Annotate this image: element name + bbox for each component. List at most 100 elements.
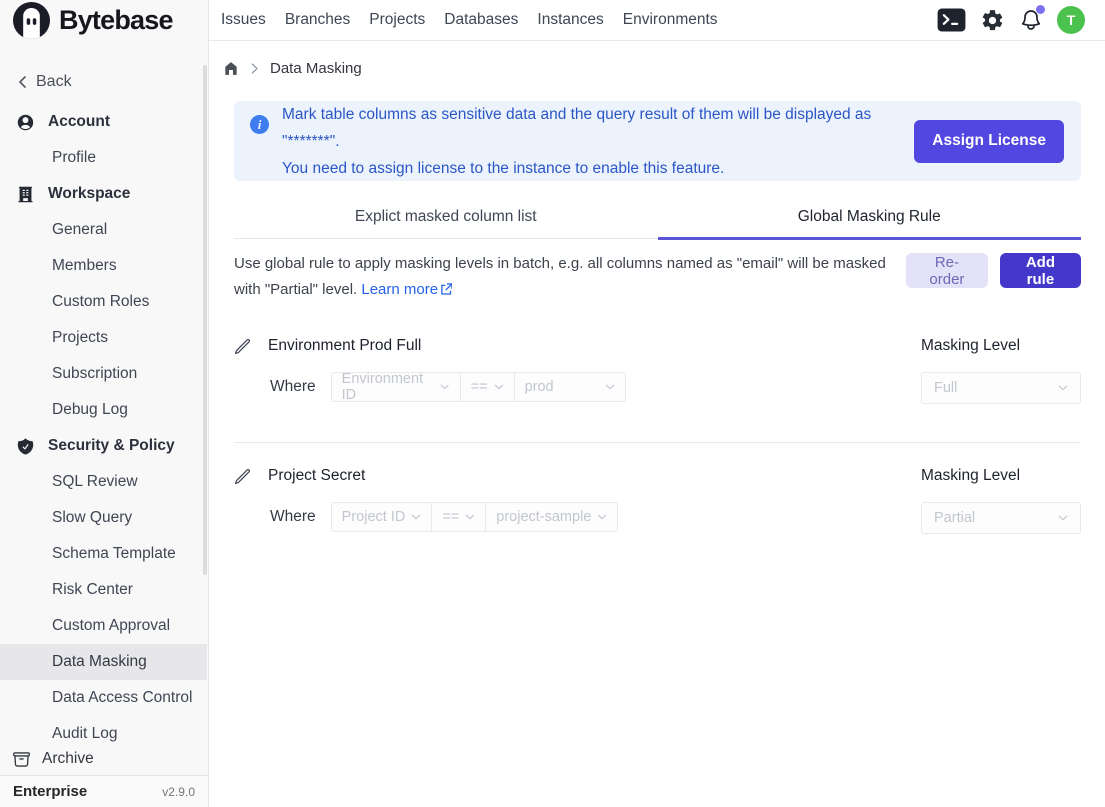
tab-global-masking-rule[interactable]: Global Masking Rule xyxy=(658,196,1082,238)
sidebar-scroll-area: Back Account Profile Workspace General M… xyxy=(0,41,207,743)
sidebar-item-slow-query[interactable]: Slow Query xyxy=(0,500,207,536)
rules-toolbar: Use global rule to apply masking levels … xyxy=(234,251,1081,303)
sidebar-item-projects[interactable]: Projects xyxy=(0,320,207,356)
where-label: Where xyxy=(270,378,316,396)
settings-gear-icon[interactable] xyxy=(980,8,1005,33)
sidebar-scrollbar[interactable] xyxy=(203,65,207,575)
chevron-down-icon xyxy=(440,384,449,390)
chevron-down-icon xyxy=(411,514,421,520)
sql-editor-icon[interactable] xyxy=(937,8,966,32)
masking-level-select[interactable]: Partial xyxy=(921,502,1081,534)
tab-explicit-masked-column-list[interactable]: Explict masked column list xyxy=(234,196,658,238)
sidebar-section-workspace: Workspace xyxy=(0,176,207,212)
edit-rule-icon[interactable] xyxy=(234,468,251,485)
nav-instances[interactable]: Instances xyxy=(537,11,603,29)
top-header: Bytebase Issues Branches Projects Databa… xyxy=(0,0,1105,41)
banner-line1: Mark table columns as sensitive data and… xyxy=(282,101,914,155)
banner-text: Mark table columns as sensitive data and… xyxy=(282,100,914,182)
chevron-down-icon xyxy=(1058,515,1068,521)
masking-level-select[interactable]: Full xyxy=(921,372,1081,404)
sidebar-item-custom-roles[interactable]: Custom Roles xyxy=(0,284,207,320)
rule-title: Environment Prod Full xyxy=(268,337,421,355)
masking-level-label: Masking Level xyxy=(921,333,1081,359)
chevron-down-icon xyxy=(605,384,615,390)
user-icon xyxy=(16,113,35,132)
nav-issues[interactable]: Issues xyxy=(221,11,266,29)
main-nav: Issues Branches Projects Databases Insta… xyxy=(221,11,718,29)
chevron-down-icon xyxy=(465,514,475,520)
settings-sidebar: Back Account Profile Workspace General M… xyxy=(0,41,209,807)
add-rule-button[interactable]: Add rule xyxy=(1000,253,1081,288)
brand-name: Bytebase xyxy=(59,5,173,36)
nav-databases[interactable]: Databases xyxy=(444,11,518,29)
header-actions: T xyxy=(937,6,1085,34)
masking-rule-card: Environment Prod Full Where Environment … xyxy=(234,333,1081,404)
masking-level-label: Masking Level xyxy=(921,463,1081,489)
external-link-icon xyxy=(439,282,452,295)
masking-rule-card: Project Secret Where Project ID == xyxy=(234,463,1081,534)
chevron-down-icon xyxy=(597,514,607,520)
rule-divider xyxy=(234,442,1081,443)
sidebar-item-subscription[interactable]: Subscription xyxy=(0,356,207,392)
assign-license-button[interactable]: Assign License xyxy=(914,120,1064,163)
sidebar-item-data-access-control[interactable]: Data Access Control xyxy=(0,680,207,716)
condition-operator-select[interactable]: == xyxy=(431,503,485,531)
shield-check-icon xyxy=(16,437,35,456)
masking-tabs: Explict masked column list Global Maskin… xyxy=(234,196,1081,239)
notification-dot xyxy=(1036,5,1045,14)
sidebar-item-debug-log[interactable]: Debug Log xyxy=(0,392,207,428)
sidebar-section-security-policy: Security & Policy xyxy=(0,428,207,464)
banner-line2: You need to assign license to the instan… xyxy=(282,155,914,182)
archive-icon xyxy=(12,750,31,769)
rules-actions: Re-order Add rule xyxy=(906,251,1081,288)
sidebar-item-risk-center[interactable]: Risk Center xyxy=(0,572,207,608)
plan-name: Enterprise xyxy=(13,783,87,800)
rule-title: Project Secret xyxy=(268,467,365,485)
nav-environments[interactable]: Environments xyxy=(623,11,718,29)
brand-area[interactable]: Bytebase xyxy=(0,0,209,41)
main-content: Data Masking i Mark table columns as sen… xyxy=(210,41,1105,807)
chevron-down-icon xyxy=(1058,385,1068,391)
breadcrumb-current: Data Masking xyxy=(270,60,362,77)
nav-projects[interactable]: Projects xyxy=(369,11,425,29)
chevron-down-icon xyxy=(494,384,504,390)
sidebar-item-profile[interactable]: Profile xyxy=(0,140,207,176)
sidebar-item-general[interactable]: General xyxy=(0,212,207,248)
where-label: Where xyxy=(270,508,316,526)
notification-bell-icon[interactable] xyxy=(1019,8,1043,32)
info-icon: i xyxy=(250,115,269,134)
condition-field-select[interactable]: Environment ID xyxy=(332,373,460,401)
chevron-left-icon xyxy=(17,76,28,88)
home-icon[interactable] xyxy=(222,60,240,77)
breadcrumb: Data Masking xyxy=(222,56,1105,80)
rules-description: Use global rule to apply masking levels … xyxy=(234,251,906,303)
app-window: Bytebase Issues Branches Projects Databa… xyxy=(0,0,1105,807)
header-bar: Issues Branches Projects Databases Insta… xyxy=(209,0,1105,41)
user-avatar[interactable]: T xyxy=(1057,6,1085,34)
condition-operator-select[interactable]: == xyxy=(460,373,514,401)
condition-value-select[interactable]: project-sample xyxy=(485,503,617,531)
nav-branches[interactable]: Branches xyxy=(285,11,350,29)
building-icon xyxy=(16,185,35,204)
sidebar-item-schema-template[interactable]: Schema Template xyxy=(0,536,207,572)
reorder-button[interactable]: Re-order xyxy=(906,253,988,288)
sidebar-item-custom-approval[interactable]: Custom Approval xyxy=(0,608,207,644)
license-banner: i Mark table columns as sensitive data a… xyxy=(234,101,1081,181)
sidebar-item-members[interactable]: Members xyxy=(0,248,207,284)
app-version: v2.9.0 xyxy=(162,785,195,799)
plan-footer: Enterprise v2.9.0 xyxy=(0,775,208,807)
condition-field-select[interactable]: Project ID xyxy=(332,503,432,531)
learn-more-link[interactable]: Learn more xyxy=(361,281,452,298)
sidebar-item-archive[interactable]: Archive xyxy=(0,743,207,775)
sidebar-section-account: Account xyxy=(0,104,207,140)
back-button[interactable]: Back xyxy=(0,69,207,95)
sidebar-item-sql-review[interactable]: SQL Review xyxy=(0,464,207,500)
condition-value-select[interactable]: prod xyxy=(514,373,625,401)
sidebar-item-data-masking[interactable]: Data Masking xyxy=(0,644,207,680)
rule-condition-group: Project ID == project-sample xyxy=(331,502,619,532)
bytebase-logo-icon xyxy=(13,2,50,39)
edit-rule-icon[interactable] xyxy=(234,338,251,355)
sidebar-item-audit-log[interactable]: Audit Log xyxy=(0,716,207,743)
rule-condition-group: Environment ID == prod xyxy=(331,372,626,402)
chevron-right-icon xyxy=(251,63,259,74)
